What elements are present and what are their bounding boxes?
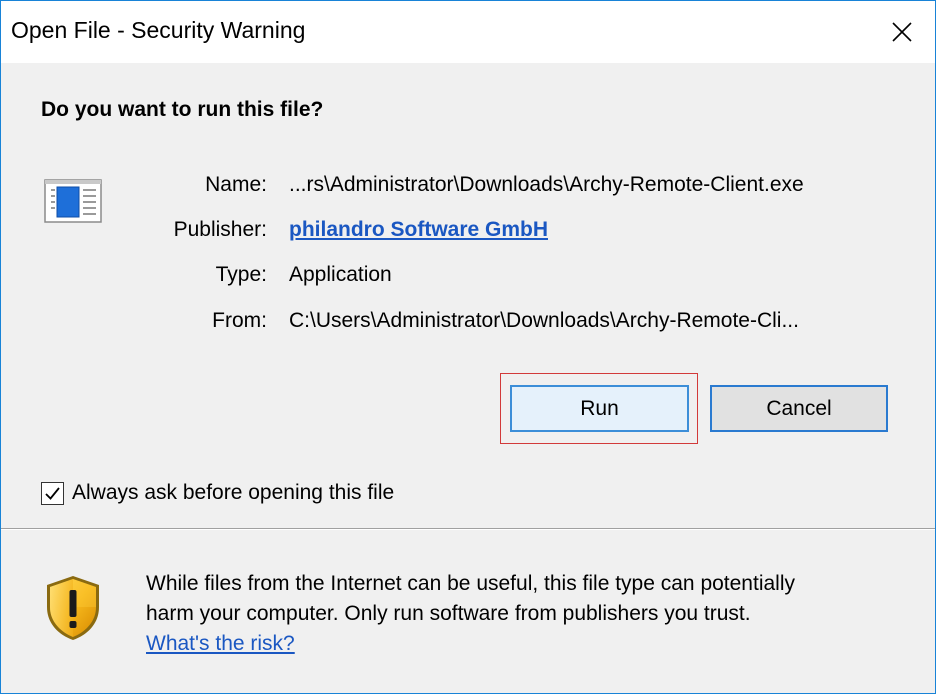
checkmark-icon <box>45 486 60 500</box>
name-label: Name: <box>205 173 267 196</box>
run-button[interactable]: Run <box>510 385 689 432</box>
security-warning-dialog: Open File - Security Warning Do you want… <box>0 0 936 694</box>
type-label: Type: <box>215 263 267 286</box>
close-icon <box>892 22 912 42</box>
from-value: C:\Users\Administrator\Downloads\Archy-R… <box>289 309 799 332</box>
dialog-question: Do you want to run this file? <box>41 98 324 121</box>
shield-warning-icon <box>43 573 103 648</box>
always-ask-label[interactable]: Always ask before opening this file <box>72 481 394 505</box>
whats-the-risk-link[interactable]: What's the risk? <box>146 629 916 659</box>
publisher-link[interactable]: philandro Software GmbH <box>289 218 548 242</box>
divider-highlight <box>1 529 935 530</box>
publisher-label: Publisher: <box>173 218 267 241</box>
type-value: Application <box>289 263 392 286</box>
warning-line-2: harm your computer. Only run software fr… <box>146 602 751 625</box>
security-warning-message: While files from the Internet can be use… <box>146 569 916 659</box>
close-button[interactable] <box>869 1 935 63</box>
from-label: From: <box>212 309 267 332</box>
warning-line-1: While files from the Internet can be use… <box>146 572 796 595</box>
always-ask-checkbox[interactable] <box>41 481 64 505</box>
always-ask-option[interactable]: Always ask before opening this file <box>41 481 394 505</box>
title-bar: Open File - Security Warning <box>1 1 935 63</box>
window-title: Open File - Security Warning <box>11 17 306 43</box>
cancel-button[interactable]: Cancel <box>710 385 888 432</box>
name-value: ...rs\Administrator\Downloads\Archy-Remo… <box>289 173 804 196</box>
